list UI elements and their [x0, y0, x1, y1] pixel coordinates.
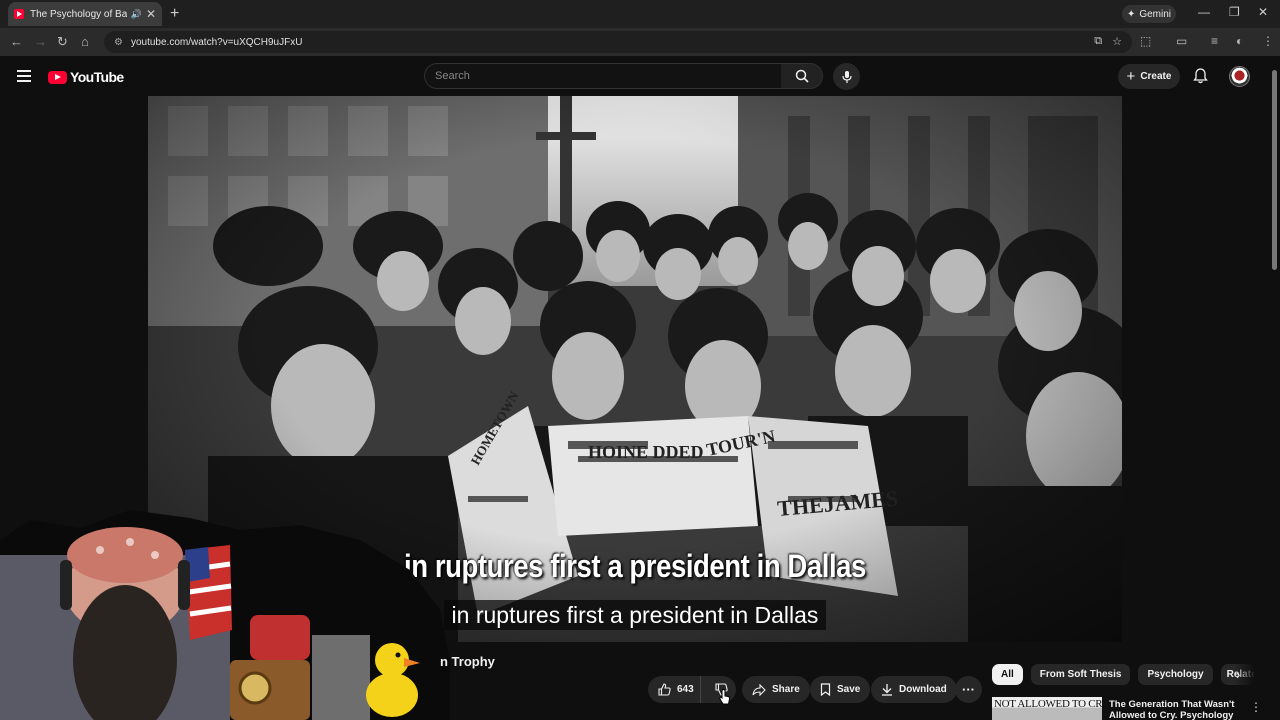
like-button[interactable]: 643 — [648, 676, 701, 703]
streamer-webcam-overlay — [0, 510, 450, 720]
url-text: youtube.com/watch?v=uXQCH9uJFxU — [130, 36, 303, 48]
sidebar-icon[interactable]: ▭ — [1176, 34, 1187, 48]
mic-icon — [841, 70, 852, 83]
new-tab-button[interactable]: + — [170, 5, 179, 23]
chip-psychology[interactable]: Psychology — [1138, 664, 1213, 685]
voice-search-button[interactable] — [833, 63, 860, 90]
browser-menu-icon[interactable]: ⋮ — [1262, 34, 1274, 48]
download-button[interactable]: Download — [871, 676, 957, 703]
bookmark-icon — [820, 683, 831, 696]
closed-caption-text: in ruptures first a president in Dallas — [443, 600, 827, 630]
save-label: Save — [837, 684, 861, 695]
youtube-favicon-icon — [14, 9, 24, 19]
chip-from-soft-thesis[interactable]: From Soft Thesis — [1030, 664, 1131, 685]
thumbs-up-icon — [658, 683, 671, 696]
chevron-right-icon[interactable]: › — [1236, 667, 1240, 682]
site-info-icon[interactable]: ⚙ — [114, 37, 123, 48]
back-icon[interactable]: ← — [10, 34, 23, 49]
share-icon — [752, 683, 766, 696]
address-bar[interactable]: ⚙ youtube.com/watch?v=uXQCH9uJFxU ⧉ ☆ — [104, 31, 1132, 53]
minimize-icon[interactable]: — — [1198, 5, 1210, 19]
search-icon — [795, 69, 809, 83]
share-button[interactable]: Share — [742, 676, 810, 703]
search-input[interactable]: Search — [424, 63, 782, 89]
youtube-play-icon — [48, 70, 67, 84]
reload-icon[interactable]: ↻ — [57, 34, 68, 50]
youtube-logo[interactable]: YouTube — [48, 69, 124, 85]
tab-title: The Psychology of Baby Boomers — [30, 8, 127, 20]
gemini-button[interactable]: ✦ Gemini — [1122, 5, 1176, 23]
account-avatar[interactable] — [1229, 66, 1250, 87]
speaker-icon[interactable]: 🔊 — [131, 9, 142, 20]
download-label: Download — [899, 684, 947, 695]
youtube-header: YouTube Search + Create — [0, 56, 1280, 96]
bookmark-star-icon[interactable]: ☆ — [1112, 35, 1122, 48]
chip-all[interactable]: All — [992, 664, 1023, 685]
share-label: Share — [772, 684, 800, 695]
gemini-label: Gemini — [1139, 8, 1172, 20]
recommendation-thumbnail[interactable]: NOT ALLOWED TO CRY — [992, 697, 1102, 720]
install-icon[interactable]: ⧉ — [1094, 35, 1102, 48]
close-tab-icon[interactable]: ✕ — [146, 7, 156, 21]
browser-tab-strip: The Psychology of Baby Boomers 🔊 ✕ + ✦ G… — [0, 0, 1280, 28]
plus-icon: + — [1126, 68, 1136, 85]
page-scrollbar[interactable] — [1272, 70, 1277, 270]
menu-icon[interactable] — [17, 70, 31, 85]
create-label: Create — [1140, 71, 1172, 82]
search-button[interactable] — [781, 63, 823, 89]
like-count: 643 — [677, 684, 694, 695]
video-title: n Trophy — [440, 654, 495, 669]
browser-toolbar: ← → ↻ ⌂ ⚙ youtube.com/watch?v=uXQCH9uJFx… — [0, 28, 1280, 56]
recommendation-chips: All From Soft Thesis Psychology Related — [992, 664, 1255, 686]
save-button[interactable]: Save — [810, 676, 871, 703]
bell-icon[interactable] — [1193, 68, 1208, 84]
recommendation-menu-icon[interactable]: ⋮ — [1250, 700, 1262, 714]
reading-list-icon[interactable]: ≡ — [1211, 34, 1218, 48]
download-icon — [882, 684, 892, 696]
thumbnail-text: NOT ALLOWED TO CRY — [994, 698, 1102, 710]
youtube-logo-text: YouTube — [70, 69, 124, 85]
create-button[interactable]: + Create — [1118, 64, 1180, 89]
mouse-cursor-icon — [719, 689, 731, 705]
profile-icon[interactable]: ◐ — [1236, 34, 1243, 48]
more-actions-button[interactable]: ··· — [955, 676, 982, 703]
home-icon[interactable]: ⌂ — [81, 34, 89, 49]
close-window-icon[interactable]: ✕ — [1258, 5, 1268, 19]
browser-tab[interactable]: The Psychology of Baby Boomers 🔊 ✕ — [8, 2, 162, 26]
restore-icon[interactable]: ❐ — [1229, 5, 1240, 19]
extensions-icon[interactable]: ⬚ — [1140, 34, 1151, 48]
forward-icon[interactable]: → — [34, 34, 47, 49]
recommendation-title[interactable]: The Generation That Wasn't Allowed to Cr… — [1109, 699, 1241, 720]
sparkle-icon: ✦ — [1126, 8, 1136, 20]
